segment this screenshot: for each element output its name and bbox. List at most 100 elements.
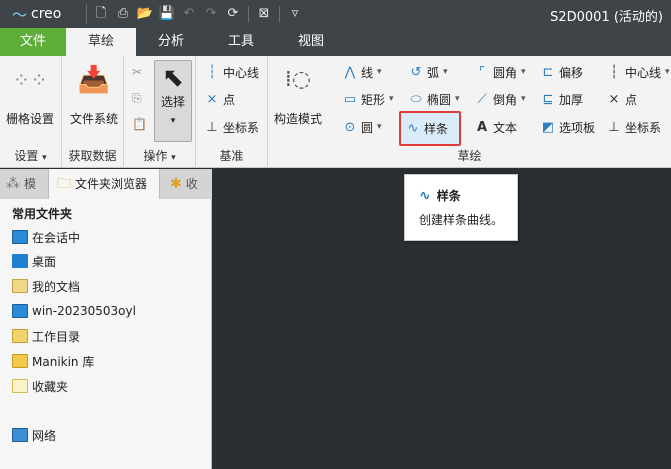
list-item-label: 在会话中 xyxy=(32,230,81,245)
cut-icon[interactable]: ✂ xyxy=(132,62,142,82)
text-icon: A xyxy=(476,119,488,135)
tab-tools[interactable]: 工具 xyxy=(206,28,276,56)
datum-centerline-button[interactable]: ┆ 中心线 xyxy=(204,62,259,82)
tab-model-tree[interactable]: ⁂ 模 xyxy=(0,169,48,199)
tab-folder-browser[interactable]: 🗀 文件夹浏览器 xyxy=(48,169,160,199)
grid-settings-button[interactable]: ⁘⁘ 栅格设置 xyxy=(6,62,54,127)
point-x-icon: × xyxy=(206,91,218,107)
undo-icon[interactable]: ↶ xyxy=(179,4,199,24)
fillet-button[interactable]: ⌜ 圆角 ▾ xyxy=(474,62,526,82)
sketch-group-label: 草绘 xyxy=(457,149,482,163)
list-item[interactable]: 网络 xyxy=(12,425,56,445)
app-name: creo xyxy=(31,6,62,22)
print-icon[interactable]: ⎙ xyxy=(113,4,133,24)
settings-group-label[interactable]: 设置 ▾ xyxy=(0,147,61,164)
tab-analysis[interactable]: 分析 xyxy=(136,28,206,56)
spline-button[interactable]: ∿ 样条 xyxy=(399,111,461,146)
list-item[interactable]: 在会话中 xyxy=(12,227,80,247)
select-button[interactable]: ⬉ 选择 ▾ xyxy=(154,60,192,142)
tab-model-tree-label: 模 xyxy=(24,177,37,191)
chevron-down-icon: ▾ xyxy=(455,94,460,104)
sketch-point-button[interactable]: × 点 xyxy=(606,89,637,109)
offset-button[interactable]: ⊏ 偏移 xyxy=(540,62,583,82)
new-file-icon[interactable]: 🗋 xyxy=(91,4,111,24)
datum-coordsys-button[interactable]: ⊥ 坐标系 xyxy=(204,117,259,137)
datum-group: ┆ 中心线 × 点 ⊥ 坐标系 基准 xyxy=(196,56,268,168)
datum-centerline-label: 中心线 xyxy=(223,65,260,80)
palette-button[interactable]: ◩ 选项板 xyxy=(540,117,595,137)
chevron-down-icon: ▾ xyxy=(665,67,670,77)
file-system-button[interactable]: 📥 文件系统 xyxy=(70,62,118,127)
tab-sketch[interactable]: 草绘 xyxy=(66,28,136,56)
arc-icon: ↺ xyxy=(410,64,422,80)
text-button[interactable]: A 文本 xyxy=(474,117,517,137)
thicken-label: 加厚 xyxy=(559,92,584,107)
sketch-group: ⁞◌ 构造模式 ⋀ 线 ▾ ▭ 矩形 ▾ ⊙ 圆 ▾ ↺ 弧 ▾ ⬭ 椭圆 ▾ ⌜ 圆角 ▾ ⟋ 倒角 ▾ … xyxy=(268,56,671,168)
list-item[interactable]: 收藏夹 xyxy=(12,376,68,396)
open-folder-icon[interactable]: 📂 xyxy=(135,4,155,24)
sketch-point-label: 点 xyxy=(625,92,638,107)
monitor-icon xyxy=(12,230,28,244)
get-data-group-label: 获取数据 xyxy=(68,149,117,163)
datum-point-button[interactable]: × 点 xyxy=(204,89,235,109)
operations-group-label[interactable]: 操作 ▾ xyxy=(124,147,195,164)
thicken-button[interactable]: ⊑ 加厚 xyxy=(540,89,583,109)
select-label: 选择 xyxy=(160,95,185,109)
fillet-label: 圆角 xyxy=(493,65,518,80)
rectangle-label: 矩形 xyxy=(361,92,386,107)
list-item-label: 工作目录 xyxy=(32,329,81,344)
centerline-icon: ┆ xyxy=(610,64,618,80)
model-tree-icon: ⁂ xyxy=(6,176,20,192)
list-item[interactable]: 桌面 xyxy=(12,251,56,271)
circle-icon: ⊙ xyxy=(344,119,356,135)
datum-coordsys-label: 坐标系 xyxy=(223,120,260,135)
tab-view[interactable]: 视图 xyxy=(276,28,346,56)
tab-favorites[interactable]: ✱ 收 xyxy=(160,169,200,199)
chamfer-button[interactable]: ⟋ 倒角 ▾ xyxy=(474,89,525,109)
sketch-centerline-label: 中心线 xyxy=(625,65,662,80)
ribbon-tabs: 文件 草绘 分析 工具 视图 xyxy=(0,28,671,56)
list-item[interactable]: 工作目录 xyxy=(12,326,80,346)
list-item[interactable]: 我的文档 xyxy=(12,276,80,296)
tab-file[interactable]: 文件 xyxy=(0,28,66,56)
sketch-coordsys-button[interactable]: ⊥ 坐标系 xyxy=(606,117,661,137)
arc-button[interactable]: ↺ 弧 ▾ xyxy=(408,62,448,82)
chamfer-label: 倒角 xyxy=(493,92,518,107)
line-button[interactable]: ⋀ 线 ▾ xyxy=(342,62,382,82)
centerline-icon: ┆ xyxy=(208,64,216,80)
documents-icon xyxy=(12,279,28,293)
ellipse-button[interactable]: ⬭ 椭圆 ▾ xyxy=(408,89,460,109)
save-icon[interactable]: 💾 xyxy=(157,4,177,24)
paste-icon[interactable]: 📋 xyxy=(132,114,147,134)
spline-button-content: ∿ 样条 xyxy=(405,118,448,138)
palette-icon: ◩ xyxy=(541,119,555,135)
creo-logo-icon: 〜 xyxy=(12,5,28,24)
close-window-icon[interactable]: ⊠ xyxy=(254,4,274,24)
rectangle-icon: ▭ xyxy=(343,91,357,107)
regenerate-icon[interactable]: ⟳ xyxy=(223,4,243,24)
list-item[interactable]: win-20230503oyl xyxy=(12,301,136,321)
network-icon xyxy=(12,428,28,442)
list-item[interactable]: Manikin 库 xyxy=(12,351,94,371)
coordsys-icon: ⊥ xyxy=(608,119,620,135)
copy-icon[interactable]: ⎘ xyxy=(132,88,142,108)
construction-mode-button[interactable]: ⁞◌ 构造模式 xyxy=(274,62,322,127)
sketch-centerline-button[interactable]: ┆ 中心线 ▾ xyxy=(606,62,670,82)
circle-button[interactable]: ⊙ 圆 ▾ xyxy=(342,117,382,137)
grid-icon: ⁘⁘ xyxy=(13,68,49,92)
settings-group-text: 设置 xyxy=(14,149,39,163)
ribbon: ⁘⁘ 栅格设置 设置 ▾ 📥 文件系统 获取数据 ✂ ⎘ 📋 操作 ▾ ⬉ 选择… xyxy=(0,56,671,168)
rectangle-button[interactable]: ▭ 矩形 ▾ xyxy=(342,89,394,109)
window-title: S2D0001 (活动的) xyxy=(550,10,663,25)
quick-access-toolbar: 🗋 ⎙ 📂 💾 ↶ ↷ ⟳ ⊠ ▿ xyxy=(86,4,305,24)
operations-group-text: 操作 xyxy=(143,149,168,163)
redo-icon[interactable]: ↷ xyxy=(201,4,221,24)
list-item-label: 网络 xyxy=(32,428,57,443)
chevron-down-icon: ▾ xyxy=(377,67,382,77)
title-bar: 〜 creo 🗋 ⎙ 📂 💾 ↶ ↷ ⟳ ⊠ ▿ S2D0001 (活动的) xyxy=(0,0,671,28)
customize-qat-icon[interactable]: ▿ xyxy=(285,4,305,24)
datum-group-label: 基准 xyxy=(219,149,244,163)
file-system-label: 文件系统 xyxy=(70,112,119,126)
favorites-icon xyxy=(12,379,28,393)
list-item-label: 收藏夹 xyxy=(32,379,69,394)
